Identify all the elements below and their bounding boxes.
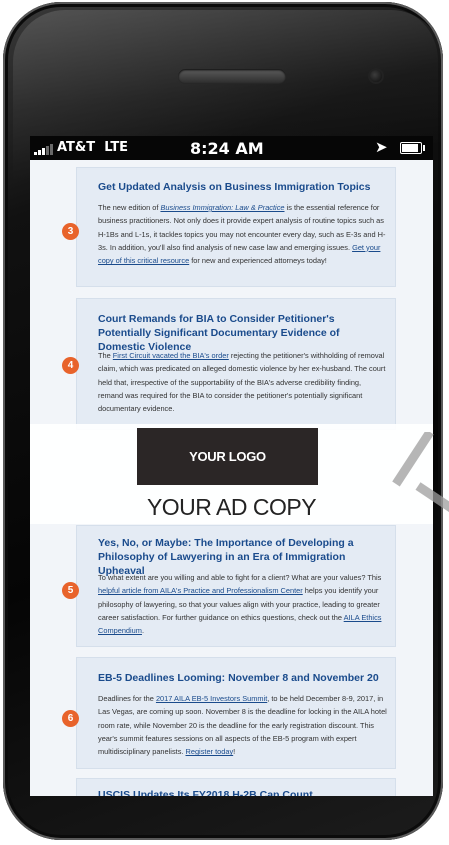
carrier-signal: AT&T LTE — [34, 140, 128, 155]
carrier-name: AT&T — [57, 140, 96, 155]
article-link[interactable]: Register today — [186, 747, 234, 756]
location-arrow-icon: ➤ — [375, 138, 388, 156]
status-time: 8:24 AM — [190, 139, 264, 158]
article-number-badge: 4 — [62, 357, 79, 374]
article-body: Deadlines for the 2017 AILA EB-5 Investo… — [98, 692, 388, 758]
article-link[interactable]: Business Immigration: Law & Practice — [160, 203, 284, 212]
article-text: . — [141, 626, 145, 636]
phone-frame: AT&T LTE 8:24 AM ➤ Get Updated Analysis … — [3, 2, 443, 840]
ad-copy: YOUR AD COPY — [146, 494, 317, 520]
article-text: Deadlines for the — [98, 694, 156, 703]
article-card: Yes, No, or Maybe: The Importance of Dev… — [76, 525, 396, 647]
phone-screen: AT&T LTE 8:24 AM ➤ Get Updated Analysis … — [30, 136, 433, 796]
article-body: The First Circuit vacated the BIA's orde… — [98, 349, 388, 415]
article-number-badge: 3 — [62, 223, 79, 240]
article-text: for new and experienced attorneys today! — [189, 256, 327, 266]
article-card: Court Remands for BIA to Consider Petiti… — [76, 298, 396, 430]
network-type: LTE — [104, 140, 129, 155]
article-card: USCIS Updates Its FY2018 H-2B Cap Count — [76, 778, 396, 796]
article-text: ! — [233, 747, 236, 757]
ad-logo: YOUR LOGO — [137, 428, 318, 485]
status-bar: AT&T LTE 8:24 AM ➤ — [30, 136, 433, 160]
article-text: To what extent are you willing and able … — [98, 573, 382, 582]
article-card: EB-5 Deadlines Looming: November 8 and N… — [76, 657, 396, 769]
article-number-badge: 5 — [62, 582, 79, 599]
article-link[interactable]: 2017 AILA EB-5 Investors Summit — [156, 694, 267, 703]
article-title[interactable]: EB-5 Deadlines Looming: November 8 and N… — [98, 671, 387, 685]
article-body: The new edition of Business Immigration:… — [98, 201, 388, 267]
article-text: The new edition of — [98, 203, 161, 212]
article-number-badge: 6 — [62, 710, 79, 727]
signal-icon — [34, 140, 54, 155]
article-link[interactable]: First Circuit vacated the BIA's order — [113, 351, 229, 360]
article-text: , to be held December 8-9, 2017, in Las … — [98, 694, 387, 757]
article-text: rejecting the petitioner's withholding o… — [98, 351, 386, 414]
battery-icon — [400, 142, 425, 154]
article-body: To what extent are you willing and able … — [98, 571, 388, 637]
article-card: Get Updated Analysis on Business Immigra… — [76, 167, 396, 287]
article-title[interactable]: Court Remands for BIA to Consider Petiti… — [98, 312, 387, 354]
ad-banner[interactable]: YOUR LOGO YOUR AD COPY — [30, 424, 433, 524]
earpiece-speaker — [178, 69, 286, 84]
article-title[interactable]: Get Updated Analysis on Business Immigra… — [98, 180, 387, 194]
front-camera — [370, 70, 382, 82]
article-text: The — [98, 351, 113, 360]
article-link[interactable]: helpful article from AILA's Practice and… — [98, 586, 303, 595]
article-title[interactable]: USCIS Updates Its FY2018 H-2B Cap Count — [98, 788, 387, 796]
